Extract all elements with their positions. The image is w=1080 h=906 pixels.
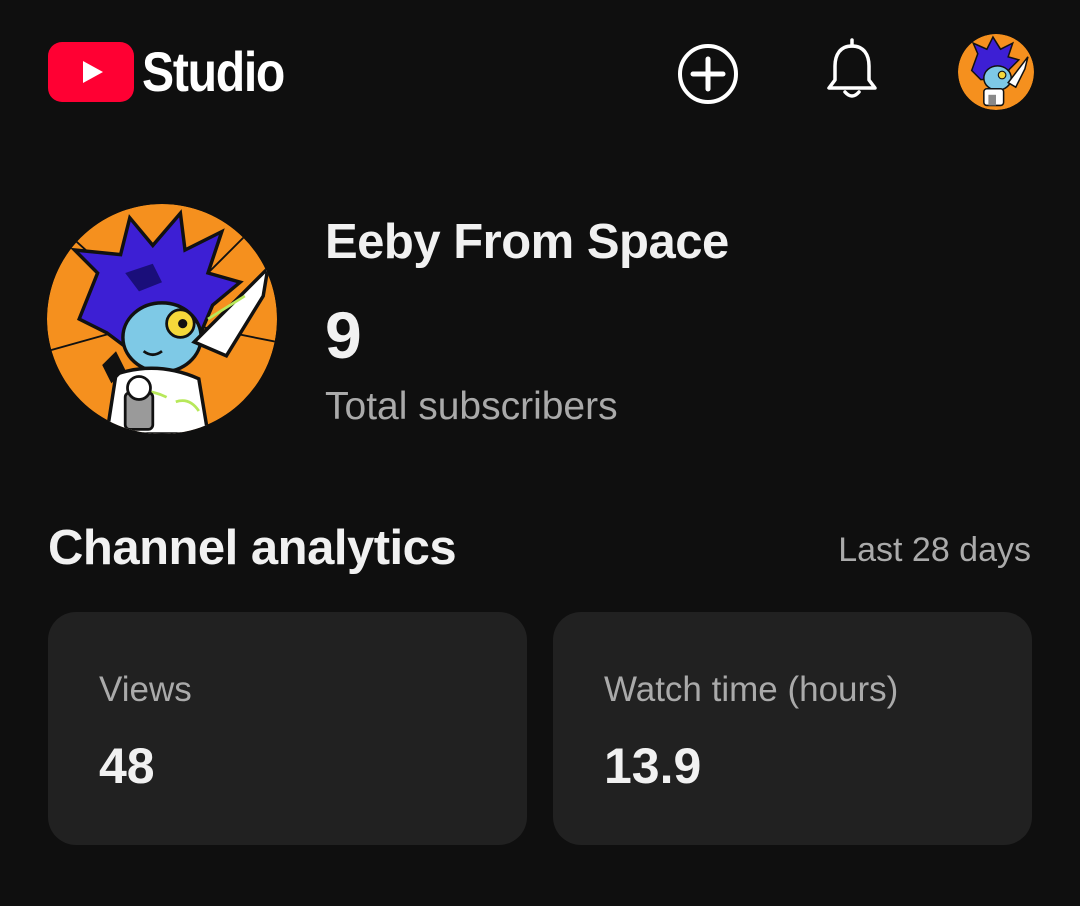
subscriber-label: Total subscribers xyxy=(325,385,618,428)
create-button[interactable] xyxy=(676,42,740,106)
subscriber-count: 9 xyxy=(325,298,362,372)
notifications-button[interactable] xyxy=(822,38,882,104)
add-circle-icon xyxy=(678,44,738,104)
logo-text: Studio xyxy=(142,40,285,103)
channel-avatar[interactable] xyxy=(47,204,277,434)
views-label: Views xyxy=(99,670,192,709)
analytics-title: Channel analytics xyxy=(48,521,457,575)
studio-dashboard: Studio Eeby From Space 9 Total subscribe… xyxy=(0,0,1080,906)
youtube-play-icon xyxy=(48,42,134,102)
views-card[interactable]: Views 48 xyxy=(48,612,527,845)
analytics-period: Last 28 days xyxy=(838,531,1031,569)
avatar-image xyxy=(958,34,1034,110)
watch-time-value: 13.9 xyxy=(604,738,702,794)
views-value: 48 xyxy=(99,738,155,794)
watch-time-card[interactable]: Watch time (hours) 13.9 xyxy=(553,612,1032,845)
bell-icon xyxy=(827,38,877,98)
youtube-studio-logo[interactable]: Studio xyxy=(48,41,307,103)
account-avatar[interactable] xyxy=(958,34,1034,110)
channel-avatar-image xyxy=(47,204,277,434)
watch-time-label: Watch time (hours) xyxy=(604,670,899,709)
top-app-bar: Studio xyxy=(0,0,1080,150)
channel-name: Eeby From Space xyxy=(325,215,729,269)
